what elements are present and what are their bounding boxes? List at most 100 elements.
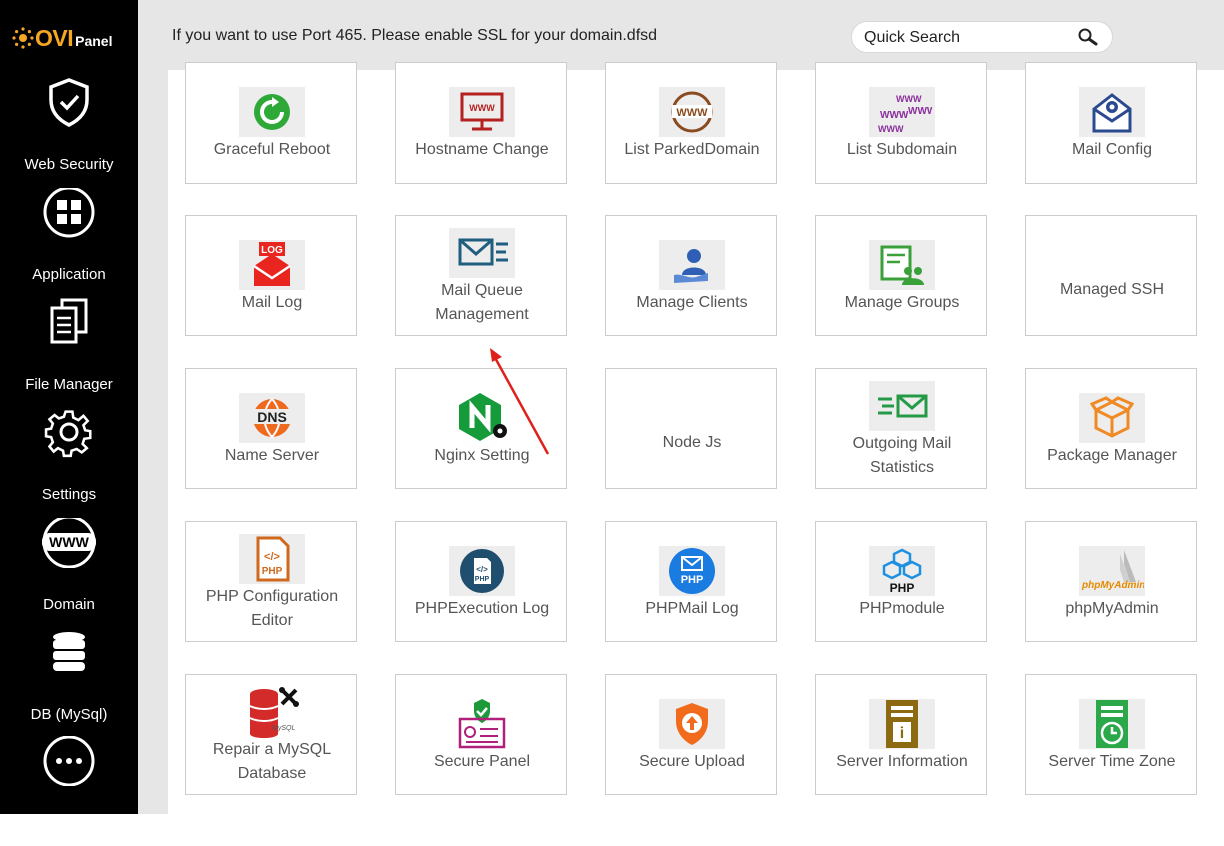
dns-text: DNS (257, 409, 287, 425)
tile-server-time-zone[interactable]: Server Time Zone (1025, 674, 1197, 795)
nav-label: Application (32, 266, 106, 283)
tools-grid: Graceful Reboot WWW Hostname Change WWW … (168, 62, 1224, 814)
logo-panel-text: Panel (75, 33, 113, 49)
search-input[interactable] (862, 26, 1066, 50)
www-text: WWW (469, 103, 495, 113)
tile-label: PHPExecution Log (414, 600, 550, 617)
www-text: WWW (49, 534, 89, 550)
nav-label: Web Security (24, 156, 114, 173)
tile-package-manager[interactable]: Package Manager (1025, 368, 1197, 489)
annotation-arrow (490, 348, 550, 455)
nav-file-manager[interactable]: File Manager (0, 298, 138, 408)
dns-icon: DNS (239, 393, 305, 443)
content-area: Graceful Reboot WWW Hostname Change WWW … (138, 62, 1224, 814)
nav-label: DB (MySql) (30, 706, 108, 723)
database-icon (53, 632, 85, 671)
www-icon: WWW (42, 518, 96, 568)
tile-label: Node Js (662, 434, 722, 451)
tile-secure-panel[interactable]: Secure Panel (395, 674, 567, 795)
tile-manage-groups[interactable]: Manage Groups (815, 215, 987, 336)
nav-db-mysql[interactable]: DB (MySql) (0, 628, 138, 738)
top-bar: If you want to use Port 465. Please enab… (138, 0, 1224, 70)
tile-php-execution-log[interactable]: </> PHP PHPExecution Log (395, 521, 567, 642)
php-text: PHP (262, 566, 283, 577)
www-text: WWW (908, 106, 932, 117)
tile-hostname-change[interactable]: WWW Hostname Change (395, 62, 567, 184)
tile-label: Repair a MySQL Database (212, 741, 332, 782)
tile-phpmodule[interactable]: PHP PHPmodule (815, 521, 987, 642)
www-text: WWW (676, 107, 708, 119)
monitor-www-icon: WWW (449, 87, 515, 137)
mysql-repair-icon: MySQL (239, 687, 305, 738)
tile-label: Managed SSH (1059, 281, 1165, 298)
nav-label: Others (46, 814, 92, 831)
tile-secure-upload[interactable]: Secure Upload (605, 674, 777, 795)
nav-settings[interactable]: Settings (0, 408, 138, 518)
mail-log-icon: LOG (239, 240, 305, 290)
nav-others[interactable]: Others (0, 736, 138, 846)
tile-mail-config[interactable]: Mail Config (1025, 62, 1197, 184)
logo-ovi-text: OVI (35, 24, 74, 51)
reboot-icon (239, 87, 305, 137)
mail-config-icon (1079, 87, 1145, 137)
tile-phpmail-log[interactable]: PHP PHPMail Log (605, 521, 777, 642)
search-icon[interactable] (1078, 28, 1098, 46)
info-text: i (900, 725, 904, 742)
ovipanel-logo[interactable]: OVI Panel (12, 20, 132, 56)
phpmyadmin-icon: phpMyAdmin (1079, 546, 1145, 596)
pma-text: phpMyAdmin (1081, 580, 1144, 591)
svg-text:</>: </> (264, 551, 280, 563)
php-module-icon: PHP (869, 546, 935, 596)
tile-label: PHPmodule (859, 600, 945, 617)
secure-panel-icon (449, 699, 515, 749)
nav-label: Domain (43, 596, 95, 613)
tile-label: Secure Upload (639, 753, 745, 770)
tile-label: Package Manager (1047, 447, 1177, 464)
tile-label: Hostname Change (415, 141, 549, 158)
tile-label: PHPMail Log (645, 600, 739, 617)
client-icon (659, 240, 725, 290)
tile-phpmyadmin[interactable]: phpMyAdmin phpMyAdmin (1025, 521, 1197, 642)
tile-label: PHP Configuration Editor (205, 588, 339, 629)
tile-list-subdomain[interactable]: WWW WWW WWW WWW List Subdomain (815, 62, 987, 184)
nav-application[interactable]: Application (0, 188, 138, 298)
nav-web-security[interactable]: Web Security (0, 78, 138, 188)
php-mail-icon: PHP (659, 546, 725, 596)
www-text: WWW (878, 124, 904, 134)
documents-icon (50, 298, 88, 344)
tile-label: phpMyAdmin (1065, 600, 1159, 617)
www-text: WWW (896, 94, 922, 104)
php-text: PHP (475, 576, 490, 583)
tile-mail-log[interactable]: LOG Mail Log (185, 215, 357, 336)
server-info-icon: i (869, 699, 935, 749)
tile-php-configuration-editor[interactable]: </> PHP PHP Configuration Editor (185, 521, 357, 642)
tile-outgoing-mail-statistics[interactable]: Outgoing Mail Statistics (815, 368, 987, 489)
quick-search-box[interactable] (851, 21, 1113, 53)
tile-server-information[interactable]: i Server Information (815, 674, 987, 795)
tile-mail-queue-management[interactable]: Mail Queue Management (395, 215, 567, 336)
tile-node-js[interactable]: Node Js (605, 368, 777, 489)
svg-text:</>: </> (476, 565, 488, 574)
tile-label: Graceful Reboot (213, 141, 331, 158)
tile-repair-mysql-database[interactable]: MySQL Repair a MySQL Database (185, 674, 357, 795)
php-exec-icon: </> PHP (449, 546, 515, 596)
tile-list-parked-domain[interactable]: WWW List ParkedDomain (605, 62, 777, 184)
shield-check-icon (49, 78, 89, 127)
nav-label: File Manager (25, 376, 113, 393)
mysql-text: MySQL (272, 725, 295, 732)
tile-label: Server Time Zone (1048, 753, 1176, 770)
tile-name-server[interactable]: DNS Name Server (185, 368, 357, 489)
nav-domain[interactable]: WWW Domain (0, 518, 138, 628)
tile-label: List ParkedDomain (624, 141, 760, 158)
tile-graceful-reboot[interactable]: Graceful Reboot (185, 62, 357, 184)
outgoing-mail-icon (869, 381, 935, 431)
tile-label: List Subdomain (846, 141, 958, 158)
tile-managed-ssh[interactable]: Managed SSH (1025, 215, 1197, 336)
php-text: PHP (681, 574, 704, 586)
tile-manage-clients[interactable]: Manage Clients (605, 215, 777, 336)
tile-label: Mail Queue Management (435, 282, 529, 323)
ssl-notice: If you want to use Port 465. Please enab… (172, 27, 658, 44)
www-globe-icon: WWW (659, 87, 725, 137)
grid-icon (43, 188, 95, 238)
www-text: WWW (880, 110, 909, 121)
